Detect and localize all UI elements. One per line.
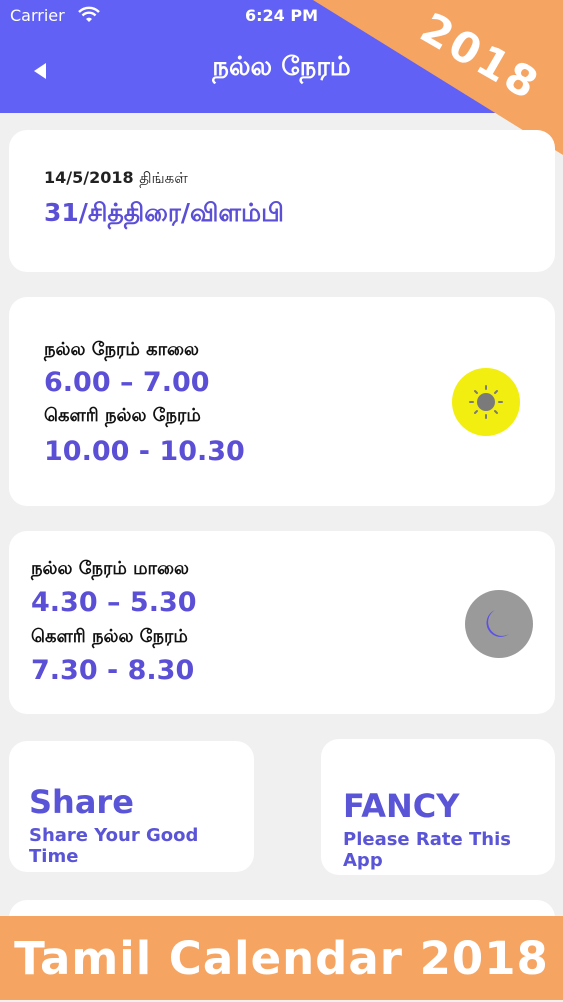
share-button[interactable]: Share Share Your Good Time [9, 741, 254, 872]
evening-gowri-time: 7.30 - 8.30 [31, 655, 195, 686]
fancy-title: FANCY [343, 787, 460, 825]
evening-time: 4.30 – 5.30 [31, 587, 197, 618]
tamil-date: 31/சித்திரை/விளம்பி [44, 198, 284, 227]
moon-glyph-icon [486, 610, 509, 637]
date-card: 14/5/2018 திங்கள் 31/சித்திரை/விளம்பி [9, 130, 555, 272]
evening-gowri-label: கௌரி நல்ல நேரம் [31, 626, 188, 647]
morning-label: நல்ல நேரம் காலை [44, 339, 199, 360]
weekday: திங்கள் [139, 169, 188, 187]
morning-time: 6.00 – 7.00 [44, 367, 210, 398]
fancy-subtitle: Please Rate This App [343, 829, 511, 871]
morning-gowri-label: கௌரி நல்ல நேரம் [44, 405, 201, 426]
gregorian-date: 14/5/2018 [44, 168, 134, 187]
moon-icon [465, 590, 533, 658]
morning-gowri-time: 10.00 - 10.30 [44, 436, 245, 467]
evening-label: நல்ல நேரம் மாலை [31, 558, 189, 579]
rate-app-button[interactable]: FANCY Please Rate This App [321, 739, 555, 875]
sun-glyph-icon [469, 385, 503, 419]
share-subtitle: Share Your Good Time [29, 825, 199, 867]
sun-icon [452, 368, 520, 436]
date-line: 14/5/2018 திங்கள் [44, 168, 188, 189]
promo-banner: Tamil Calendar 2018 [0, 916, 563, 1000]
share-title: Share [29, 783, 134, 821]
